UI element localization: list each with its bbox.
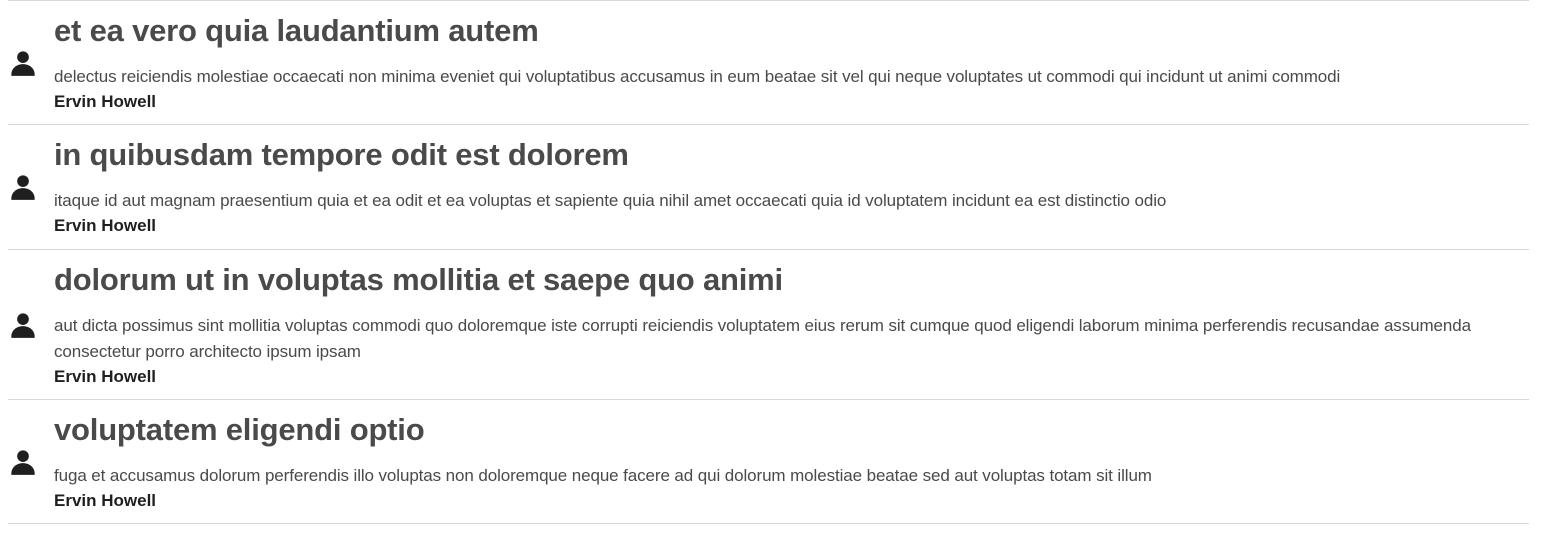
post-title[interactable]: voluptatem eligendi optio bbox=[54, 411, 1521, 449]
user-icon bbox=[8, 447, 38, 477]
post-body: itaque id aut magnam praesentium quia et… bbox=[54, 191, 1167, 210]
post-item[interactable]: et ea vero quia laudantium autem delectu… bbox=[8, 1, 1529, 125]
post-item[interactable]: voluptatem eligendi optio fuga et accusa… bbox=[8, 400, 1529, 524]
post-title[interactable]: et ea vero quia laudantium autem bbox=[54, 12, 1521, 50]
post-title[interactable]: dolorum ut in voluptas mollitia et saepe… bbox=[54, 261, 1521, 299]
post-body: aut dicta possimus sint mollitia volupta… bbox=[54, 315, 1471, 361]
post-author[interactable]: Ervin Howell bbox=[54, 214, 1521, 238]
post-author[interactable]: Ervin Howell bbox=[54, 90, 1521, 114]
post-item[interactable]: in quibusdam tempore odit est dolorem it… bbox=[8, 125, 1529, 250]
post-body: delectus reiciendis molestiae occaecati … bbox=[54, 66, 1341, 86]
post-author[interactable]: Ervin Howell bbox=[54, 489, 1521, 513]
user-icon bbox=[8, 172, 38, 202]
post-item[interactable]: dolorum ut in voluptas mollitia et saepe… bbox=[8, 250, 1529, 400]
post-content: et ea vero quia laudantium autem delectu… bbox=[54, 12, 1529, 114]
user-icon bbox=[8, 310, 38, 340]
post-body: fuga et accusamus dolorum perferendis il… bbox=[54, 465, 1152, 485]
post-content: in quibusdam tempore odit est dolorem it… bbox=[54, 136, 1529, 238]
post-content: voluptatem eligendi optio fuga et accusa… bbox=[54, 411, 1529, 513]
post-title[interactable]: in quibusdam tempore odit est dolorem bbox=[54, 136, 1521, 174]
post-content: dolorum ut in voluptas mollitia et saepe… bbox=[54, 261, 1529, 389]
user-icon bbox=[8, 48, 38, 78]
post-author[interactable]: Ervin Howell bbox=[54, 365, 1521, 389]
post-list: et ea vero quia laudantium autem delectu… bbox=[8, 0, 1529, 524]
